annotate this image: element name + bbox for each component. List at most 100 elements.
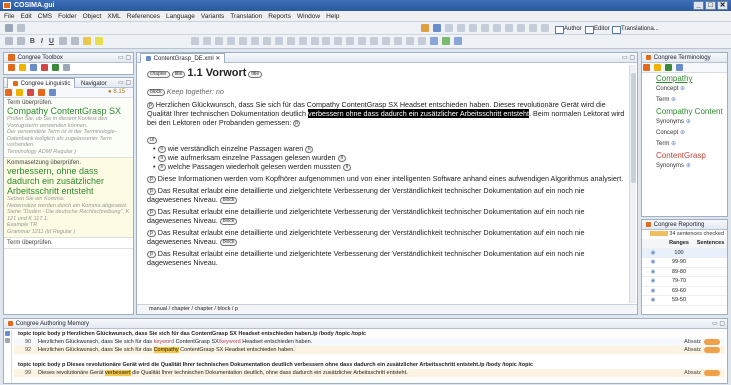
highlight-icon[interactable] (82, 37, 91, 46)
paragraph-6[interactable]: p Das Resultat erlaubt eine detaillierte… (147, 249, 625, 267)
block-end-tag[interactable]: block (219, 196, 238, 204)
translation-button[interactable]: Translationa... (612, 24, 659, 34)
term-prop[interactable]: Term ⊕ (642, 139, 727, 150)
grid6-icon[interactable] (358, 37, 367, 46)
block-tag[interactable]: block (147, 88, 165, 96)
strike-icon[interactable] (58, 37, 67, 46)
title-tag[interactable]: title (171, 70, 186, 78)
link-icon[interactable] (480, 24, 489, 33)
term-prop[interactable]: Term ⊕ (642, 95, 727, 106)
list-item[interactable]: • li wie aufmerksam einzelne Passagen ge… (153, 153, 625, 162)
underline-icon[interactable]: U (49, 38, 54, 45)
block-end-tag[interactable]: block (219, 238, 238, 246)
memory-query[interactable]: topic topic body p Dieses revolutionäre … (14, 361, 725, 369)
menu-window[interactable]: Window (297, 11, 320, 21)
memory-search-icon[interactable] (5, 331, 10, 336)
memory-query[interactable]: topic topic body p Herzlichen Glückwunsc… (14, 330, 725, 338)
p-tag-icon[interactable]: p (147, 101, 154, 109)
grid9-icon[interactable] (394, 37, 403, 46)
chapter-tag[interactable]: chapter (147, 70, 170, 78)
title-end-tag[interactable]: title (248, 70, 263, 78)
menu-variants[interactable]: Variants (201, 11, 224, 21)
border-icon[interactable] (286, 37, 295, 46)
grid3-icon[interactable] (322, 37, 331, 46)
ok-icon[interactable] (51, 64, 59, 71)
image-icon[interactable] (492, 24, 501, 33)
reporting-row[interactable]: ◉ 59-50 (642, 296, 727, 306)
paragraph-1[interactable]: p Herzlichen Glückwunsch, dass Sie sich … (147, 100, 625, 127)
copy-icon[interactable] (528, 24, 537, 33)
cell-icon[interactable] (298, 37, 307, 46)
li-end-tag-icon[interactable]: li (337, 154, 346, 162)
reporting-row[interactable]: ◉ 89-80 (642, 268, 727, 277)
grid8-icon[interactable] (382, 37, 391, 46)
scrollbar-thumb[interactable] (631, 73, 636, 183)
li-tag-icon[interactable]: li (157, 163, 166, 171)
menu-xml[interactable]: XML (107, 11, 120, 21)
menu-reports[interactable]: Reports (268, 11, 291, 21)
minimize-button[interactable]: _ (693, 1, 704, 10)
paragraph-3[interactable]: p Das Resultat erlaubt eine detaillierte… (147, 186, 625, 204)
reporting-row[interactable]: ◉ 79-70 (642, 277, 727, 287)
reporting-row[interactable]: ◉ 99-90 (642, 258, 727, 268)
memory-window-controls[interactable]: ▭ ▢ (712, 319, 725, 329)
check-icon[interactable] (432, 24, 441, 33)
style-icon[interactable] (5, 37, 13, 46)
memory-settings-icon[interactable] (5, 338, 10, 343)
editor-window-controls[interactable]: ▭ ▢ (622, 53, 635, 63)
grid2-icon[interactable] (310, 37, 319, 46)
p-tag-icon[interactable]: p (147, 250, 156, 258)
term-entry[interactable]: Compathy Content (642, 106, 727, 117)
author-button[interactable]: Author (555, 24, 582, 34)
memory-result[interactable]: 99 Dieses revolutionäre Gerät verbessert … (14, 369, 725, 377)
italic-icon[interactable]: I (41, 38, 43, 45)
term-edit-icon[interactable] (675, 64, 683, 71)
editor-scrollbar[interactable] (629, 65, 636, 303)
linguistic-item[interactable]: Term überprüfen. Compathy ContentGrasp S… (4, 98, 133, 158)
new-icon[interactable] (5, 24, 13, 33)
toolbox-window-controls[interactable]: ▭ ▢ (118, 53, 131, 63)
reporting-row[interactable]: ◉ 69-60 (642, 287, 727, 296)
row-icon[interactable] (250, 37, 259, 46)
term-prop[interactable]: Synonyms ⊕ (642, 117, 727, 128)
check-green-icon[interactable] (442, 37, 451, 46)
grid4-icon[interactable] (334, 37, 343, 46)
grid-icon[interactable] (456, 24, 465, 33)
cut-icon[interactable] (516, 24, 525, 33)
menu-help[interactable]: Help (326, 11, 339, 21)
menu-language[interactable]: Language (166, 11, 195, 21)
highlighted-phrase[interactable]: verbessern ohne dass dadurch ein zusätzl… (308, 109, 529, 118)
reporting-row[interactable]: ◉ 100 (642, 248, 727, 258)
align-icon[interactable] (226, 37, 235, 46)
tab-editor-document[interactable]: ContentGrasp_DE.xml ✕ (140, 53, 226, 63)
p-tag-icon[interactable]: p (147, 175, 156, 183)
term-entry[interactable]: Compathy (642, 73, 727, 84)
linguistic-item[interactable]: Term überprüfen. (4, 238, 133, 249)
grid7-icon[interactable] (370, 37, 379, 46)
memory-result[interactable]: 92 Herzlichen Glückwunsch, dass Sie sich … (14, 346, 725, 354)
list-item[interactable]: • li welche Passagen wiederholt gelesen … (153, 162, 625, 171)
paste-icon[interactable] (540, 24, 549, 33)
grid11-icon[interactable] (418, 37, 427, 46)
menu-edit[interactable]: Edit (20, 11, 31, 21)
term-star-icon[interactable] (653, 64, 661, 71)
recheck-icon[interactable] (37, 89, 45, 96)
li-end-tag-icon[interactable]: li (342, 163, 351, 171)
check-doc-icon[interactable] (430, 37, 439, 46)
term-flag-icon[interactable] (643, 64, 650, 71)
tools-icon[interactable] (40, 64, 48, 71)
menu-references[interactable]: References (127, 11, 160, 21)
help-icon[interactable] (62, 64, 70, 71)
grid5-icon[interactable] (346, 37, 355, 46)
congree-icon[interactable] (8, 64, 15, 71)
p-tag-icon[interactable]: p (147, 187, 156, 195)
li-end-tag-icon[interactable]: li (305, 145, 314, 153)
linguistic-item[interactable]: Kommasetzung überprüfen. verbessern, ohn… (4, 158, 133, 238)
p-end-tag-icon[interactable]: p (293, 119, 301, 127)
linguistic-window-controls[interactable]: ▭ ▢ (118, 78, 131, 88)
term-prop[interactable]: Concept ⊕ (642, 84, 727, 95)
editor-button[interactable]: Editor (585, 24, 610, 34)
term-entry[interactable]: ContentGrasp (642, 150, 727, 161)
paragraph-5[interactable]: p Das Resultat erlaubt eine detaillierte… (147, 228, 625, 246)
table-insert-icon[interactable] (214, 37, 223, 46)
